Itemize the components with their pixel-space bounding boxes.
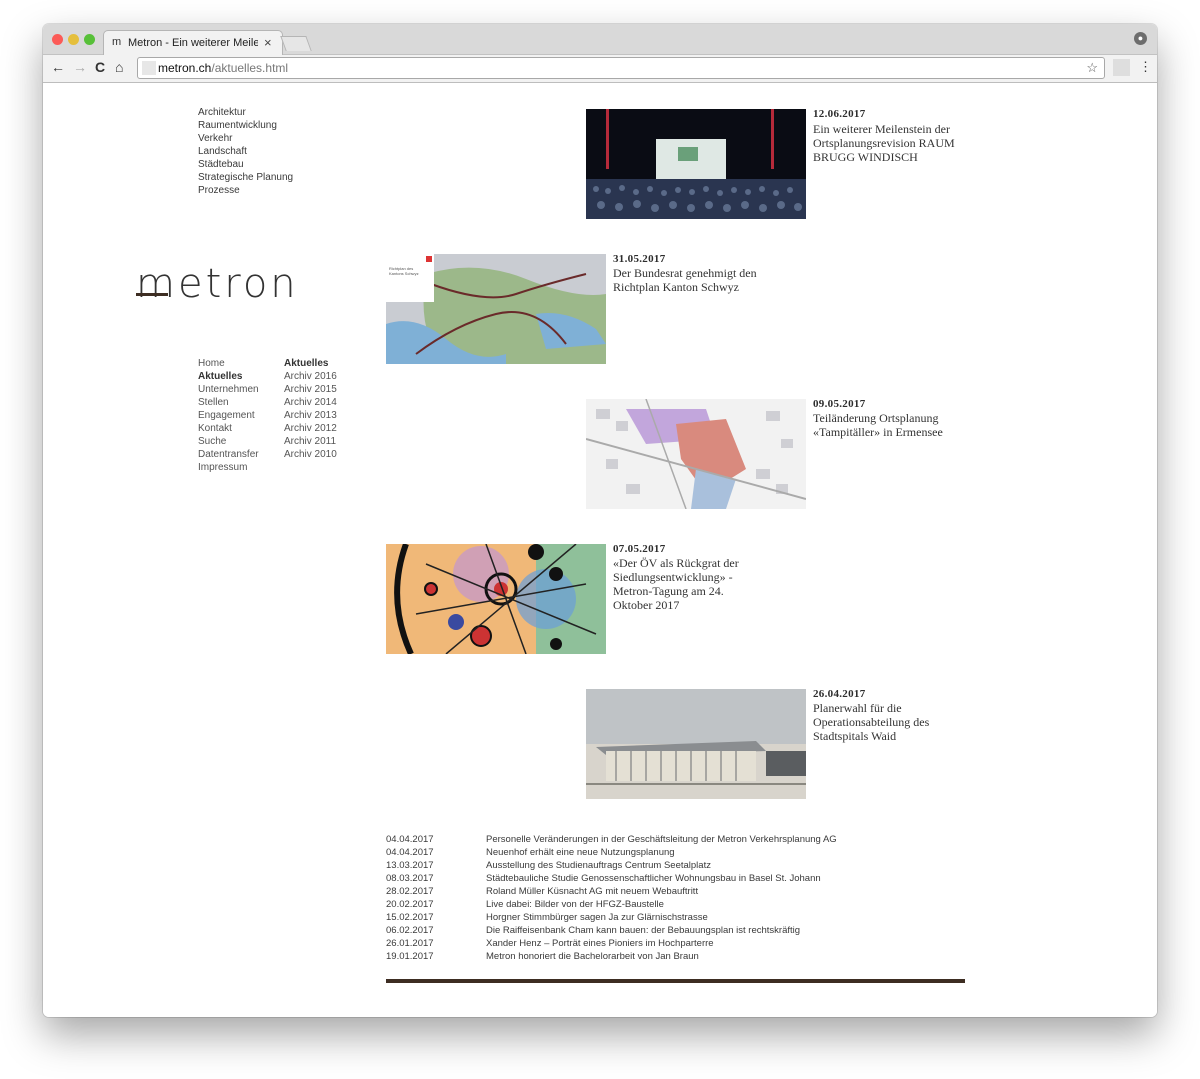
- reload-icon[interactable]: C: [95, 59, 105, 75]
- logo-underline: [136, 293, 168, 296]
- list-date: 20.02.2017: [386, 899, 434, 910]
- list-item[interactable]: 20.02.2017 Live dabei: Bilder von der HFG…: [386, 899, 946, 912]
- news-title-link[interactable]: «Der ÖV als Rückgrat der Siedlungsentwic…: [613, 556, 753, 612]
- news-date: 26.04.2017: [813, 688, 866, 700]
- news-date: 31.05.2017: [613, 253, 666, 265]
- news-title-link[interactable]: Planerwahl für die Operationsabteilung d…: [813, 701, 963, 743]
- news-title-link[interactable]: Der Bundesrat genehmigt den Richtplan Ka…: [613, 266, 763, 294]
- tab-title: Metron - Ein weiterer Meilenst: [128, 37, 258, 49]
- category-link-raumentwicklung[interactable]: Raumentwicklung: [198, 120, 277, 131]
- browser-window: m Metron - Ein weiterer Meilenst × ● ← →…: [43, 24, 1157, 1017]
- forward-icon[interactable]: →: [73, 59, 87, 75]
- browser-tab[interactable]: m Metron - Ein weiterer Meilenst ×: [103, 30, 283, 55]
- category-link-verkehr[interactable]: Verkehr: [198, 133, 232, 144]
- news-image-abstract-art[interactable]: [386, 544, 606, 654]
- list-title-link[interactable]: Städtebauliche Studie Genossenschaftlich…: [486, 873, 821, 884]
- archive-2016[interactable]: Archiv 2016: [284, 371, 337, 382]
- list-date: 26.01.2017: [386, 938, 434, 949]
- favicon-icon: m: [112, 36, 122, 48]
- list-title-link[interactable]: Personelle Veränderungen in der Geschäft…: [486, 834, 837, 845]
- list-title-link[interactable]: Die Raiffeisenbank Cham kann bauen: der …: [486, 925, 800, 936]
- archive-2013[interactable]: Archiv 2013: [284, 410, 337, 421]
- news-image-hospital-building[interactable]: [586, 689, 806, 799]
- news-image-conference-hall[interactable]: [586, 109, 806, 219]
- title-bar: m Metron - Ein weiterer Meilenst × ●: [43, 24, 1157, 55]
- web-page: Architektur Raumentwicklung Verkehr Land…: [43, 83, 1157, 1017]
- nav-kontakt[interactable]: Kontakt: [198, 423, 232, 434]
- nav-unternehmen[interactable]: Unternehmen: [198, 384, 259, 395]
- archive-2010[interactable]: Archiv 2010: [284, 449, 337, 460]
- list-item[interactable]: 19.01.2017 Metron honoriert die Bachelora…: [386, 951, 946, 964]
- list-date: 04.04.2017: [386, 834, 434, 845]
- news-title-link[interactable]: Teiländerung Ortsplanung «Tampitäller» i…: [813, 411, 963, 439]
- news-date: 12.06.2017: [813, 108, 866, 120]
- list-item[interactable]: 26.01.2017 Xander Henz – Porträt eines Pi…: [386, 938, 946, 951]
- list-title-link[interactable]: Ausstellung des Studienauftrags Centrum …: [486, 860, 711, 871]
- browser-toolbar: ← → C ⌂ metron.ch/aktuelles.html ☆ ⋮: [43, 55, 1157, 83]
- list-item[interactable]: 15.02.2017 Horgner Stimmbürger sagen Ja z…: [386, 912, 946, 925]
- close-window-button[interactable]: [52, 34, 63, 45]
- category-link-architektur[interactable]: Architektur: [198, 107, 246, 118]
- category-link-landschaft[interactable]: Landschaft: [198, 146, 247, 157]
- list-title-link[interactable]: Live dabei: Bilder von der HFGZ-Baustell…: [486, 899, 664, 910]
- list-item[interactable]: 13.03.2017 Ausstellung des Studienauftrag…: [386, 860, 946, 873]
- site-info-icon[interactable]: [142, 61, 156, 75]
- category-link-prozesse[interactable]: Prozesse: [198, 185, 240, 196]
- list-date: 19.01.2017: [386, 951, 434, 962]
- home-icon[interactable]: ⌂: [115, 59, 123, 75]
- news-date: 07.05.2017: [613, 543, 666, 555]
- archive-2014[interactable]: Archiv 2014: [284, 397, 337, 408]
- url-host: metron.ch: [158, 61, 212, 75]
- list-date: 08.03.2017: [386, 873, 434, 884]
- nav-impressum[interactable]: Impressum: [198, 462, 247, 473]
- footer-rule: [386, 979, 965, 983]
- archive-2015[interactable]: Archiv 2015: [284, 384, 337, 395]
- list-date: 15.02.2017: [386, 912, 434, 923]
- back-icon[interactable]: ←: [51, 59, 65, 75]
- archive-2012[interactable]: Archiv 2012: [284, 423, 337, 434]
- extension-icon[interactable]: [1113, 59, 1130, 76]
- news-title-link[interactable]: Ein weiterer Meilenstein der Ortsplanung…: [813, 122, 963, 164]
- nav-stellen[interactable]: Stellen: [198, 397, 229, 408]
- list-item[interactable]: 06.02.2017 Die Raiffeisenbank Cham kann b…: [386, 925, 946, 938]
- nav-datentransfer[interactable]: Datentransfer: [198, 449, 259, 460]
- list-date: 28.02.2017: [386, 886, 434, 897]
- profile-icon[interactable]: ●: [1134, 32, 1147, 45]
- bookmark-star-icon[interactable]: ☆: [1086, 60, 1098, 76]
- list-date: 13.03.2017: [386, 860, 434, 871]
- list-title-link[interactable]: Roland Müller Küsnacht AG mit neuem Weba…: [486, 886, 698, 897]
- zoom-window-button[interactable]: [84, 34, 95, 45]
- list-title-link[interactable]: Neuenhof erhält eine neue Nutzungsplanun…: [486, 847, 675, 858]
- list-date: 04.04.2017: [386, 847, 434, 858]
- url-path: /aktuelles.html: [211, 61, 289, 75]
- list-title-link[interactable]: Metron honoriert die Bachelorarbeit von …: [486, 951, 699, 962]
- nav-aktuelles[interactable]: Aktuelles: [198, 371, 242, 382]
- archive-2011[interactable]: Archiv 2011: [284, 436, 336, 447]
- nav-engagement[interactable]: Engagement: [198, 410, 255, 421]
- list-item[interactable]: 04.04.2017 Personelle Veränderungen in de…: [386, 834, 946, 847]
- browser-menu-icon[interactable]: ⋮: [1139, 59, 1152, 75]
- close-tab-icon[interactable]: ×: [264, 35, 272, 50]
- news-image-zoning-plan[interactable]: [586, 399, 806, 509]
- list-date: 06.02.2017: [386, 925, 434, 936]
- minimize-window-button[interactable]: [68, 34, 79, 45]
- address-bar[interactable]: metron.ch/aktuelles.html ☆: [137, 57, 1105, 79]
- news-image-richtplan-map[interactable]: Richtplan des Kantons Schwyz: [386, 254, 606, 364]
- list-item[interactable]: 28.02.2017 Roland Müller Küsnacht AG mit …: [386, 886, 946, 899]
- list-title-link[interactable]: Xander Henz – Porträt eines Pioniers im …: [486, 938, 714, 949]
- metron-logo[interactable]: metron: [136, 261, 299, 307]
- new-tab-button[interactable]: [280, 36, 312, 51]
- url-text: metron.ch/aktuelles.html: [158, 61, 288, 75]
- category-link-strategische-planung[interactable]: Strategische Planung: [198, 172, 293, 183]
- category-link-staedtebau[interactable]: Städtebau: [198, 159, 244, 170]
- list-item[interactable]: 08.03.2017 Städtebauliche Studie Genossen…: [386, 873, 946, 886]
- map-caption: Richtplan des Kantons Schwyz: [389, 266, 419, 276]
- archive-aktuelles[interactable]: Aktuelles: [284, 358, 328, 369]
- nav-home[interactable]: Home: [198, 358, 225, 369]
- list-title-link[interactable]: Horgner Stimmbürger sagen Ja zur Glärnis…: [486, 912, 708, 923]
- nav-suche[interactable]: Suche: [198, 436, 226, 447]
- list-item[interactable]: 04.04.2017 Neuenhof erhält eine neue Nutz…: [386, 847, 946, 860]
- news-date: 09.05.2017: [813, 398, 866, 410]
